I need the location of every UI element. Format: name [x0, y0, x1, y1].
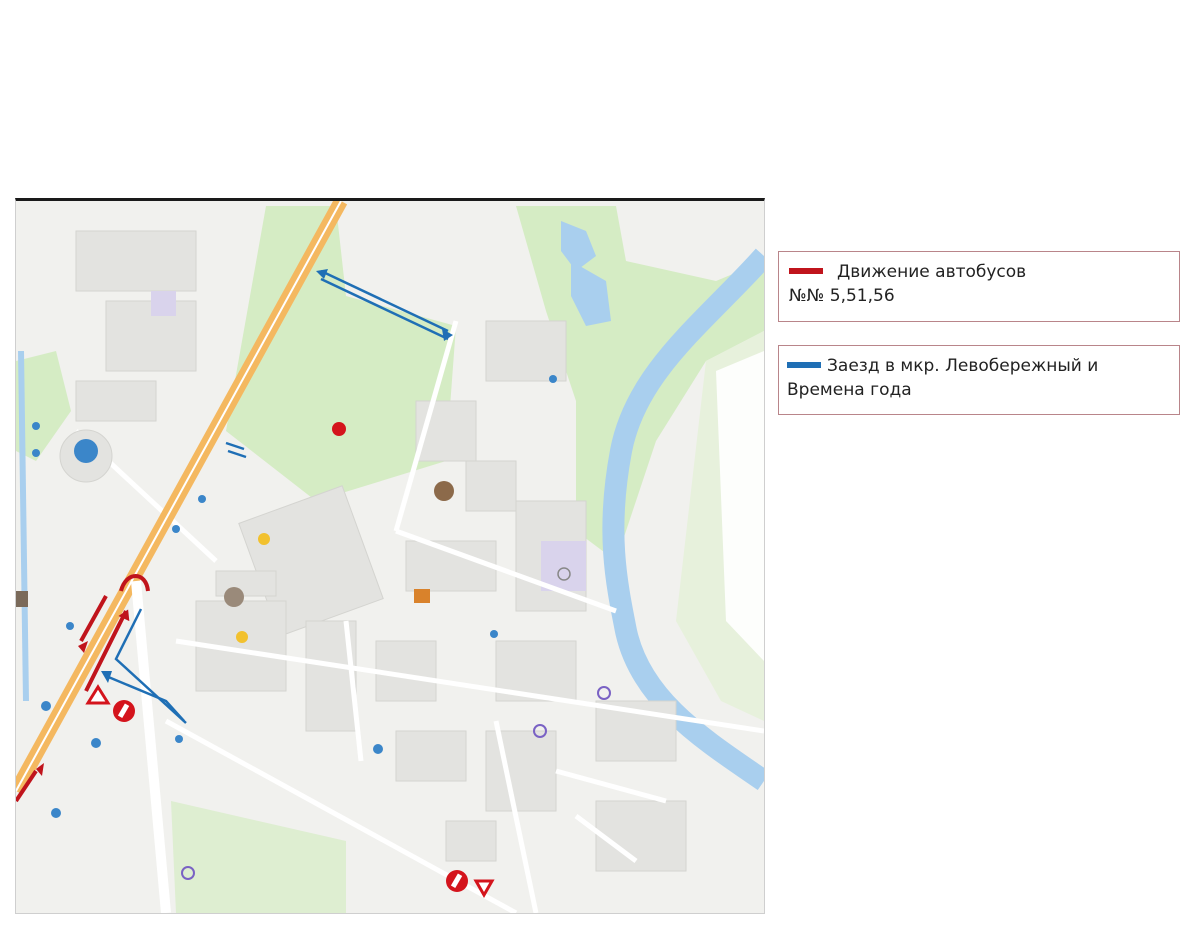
stadium-icon — [74, 439, 98, 463]
poi-marker-icon — [434, 481, 454, 501]
route-map[interactable] — [15, 198, 765, 914]
poi-marker-icon — [258, 533, 270, 545]
bus-stop-icon — [32, 449, 40, 457]
landmark-building-north — [151, 291, 176, 316]
legend-entry-label-line2: Времена года — [787, 380, 912, 400]
no-entry-sign-icon — [446, 870, 468, 892]
bus-stop-icon — [490, 630, 498, 638]
school-building — [541, 541, 586, 591]
poi-marker-icon — [236, 631, 248, 643]
legend-entry-swatch — [787, 361, 821, 368]
legend-bus-label-line2: №№ 5,51,56 — [789, 286, 895, 306]
bus-stop-icon — [66, 622, 74, 630]
map-canvas — [16, 201, 764, 913]
legend-bus-route: Движение автобусов №№ 5,51,56 — [778, 251, 1180, 322]
poi-marker-icon — [16, 591, 28, 607]
legend-bus-label-line1: Движение автобусов — [837, 262, 1027, 282]
bus-stop-icon — [373, 744, 383, 754]
bus-stop-icon — [32, 422, 40, 430]
poi-marker-icon — [414, 589, 430, 603]
poi-marker-icon — [224, 587, 244, 607]
bus-stop-icon — [198, 495, 206, 503]
poi-marker-icon — [332, 422, 346, 436]
bus-stop-icon — [175, 735, 183, 743]
no-entry-sign-icon — [113, 700, 135, 722]
legend-entry-label-line1: Заезд в мкр. Левобережный и — [827, 356, 1099, 376]
bus-stop-icon — [549, 375, 557, 383]
bus-stop-icon — [172, 525, 180, 533]
legend-bus-swatch — [789, 267, 823, 274]
bus-stop-icon — [41, 701, 51, 711]
bus-stop-icon — [51, 808, 61, 818]
legend-entry-route: Заезд в мкр. Левобережный и Времена года — [778, 345, 1180, 415]
bus-stop-icon — [91, 738, 101, 748]
